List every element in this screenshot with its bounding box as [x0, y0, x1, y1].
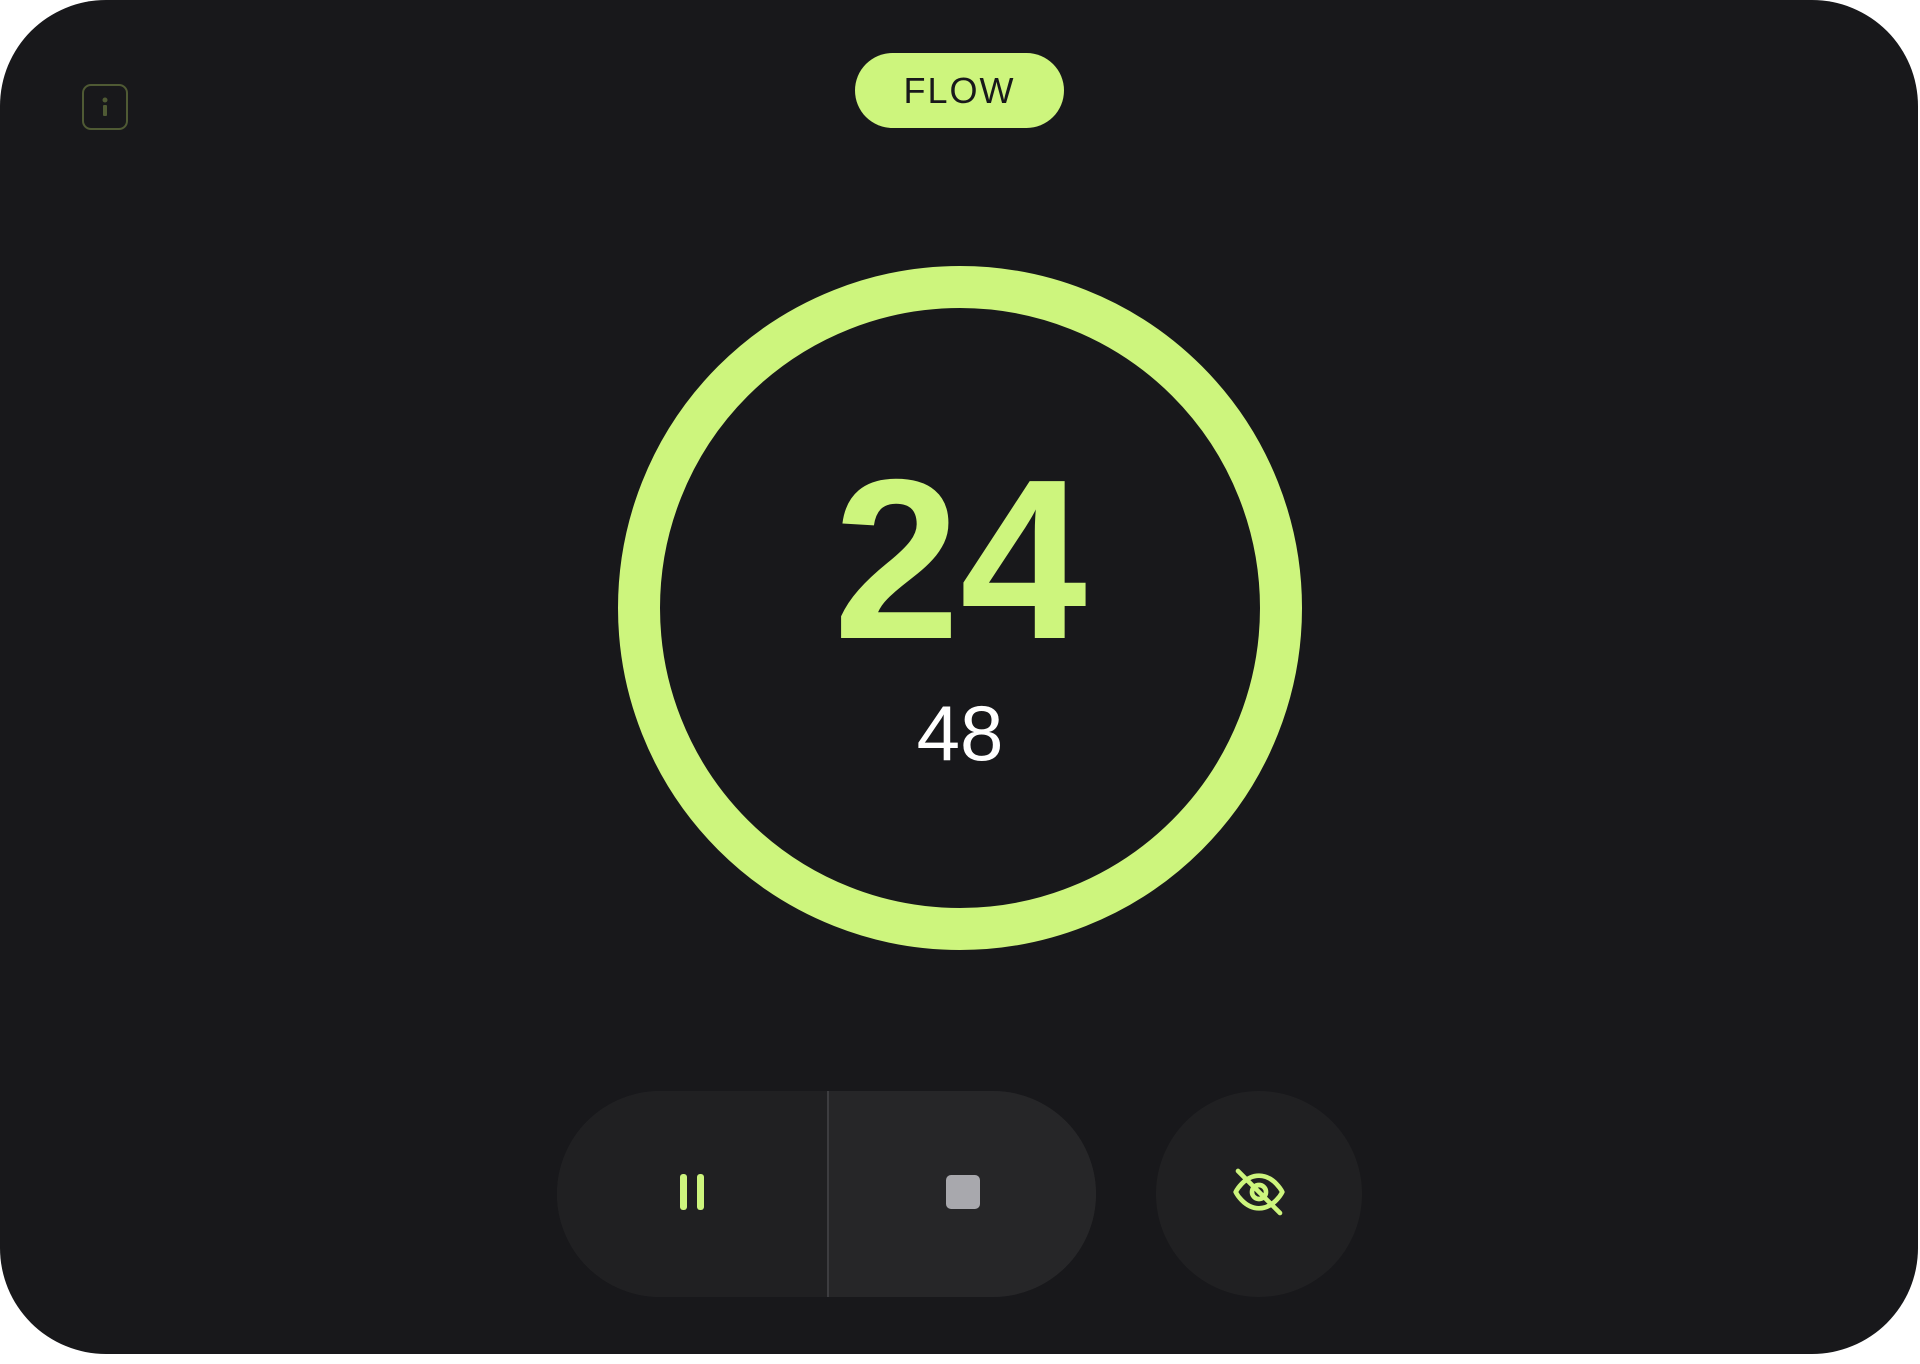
info-button[interactable] — [82, 84, 128, 130]
pause-icon — [678, 1173, 706, 1215]
timer-secondary-value: 48 — [916, 689, 1004, 777]
stop-button[interactable] — [829, 1091, 1096, 1297]
stop-icon — [945, 1174, 980, 1214]
playback-controls — [557, 1091, 1096, 1297]
mode-label: FLOW — [903, 69, 1016, 111]
timer-screen: FLOW 24 48 — [0, 0, 1918, 1354]
timer-primary-value: 24 — [833, 433, 1087, 687]
mode-pill[interactable]: FLOW — [855, 53, 1064, 128]
eye-off-icon — [1231, 1164, 1287, 1225]
hide-timer-button[interactable] — [1156, 1091, 1362, 1297]
pause-button[interactable] — [557, 1091, 827, 1297]
info-icon — [98, 95, 112, 119]
